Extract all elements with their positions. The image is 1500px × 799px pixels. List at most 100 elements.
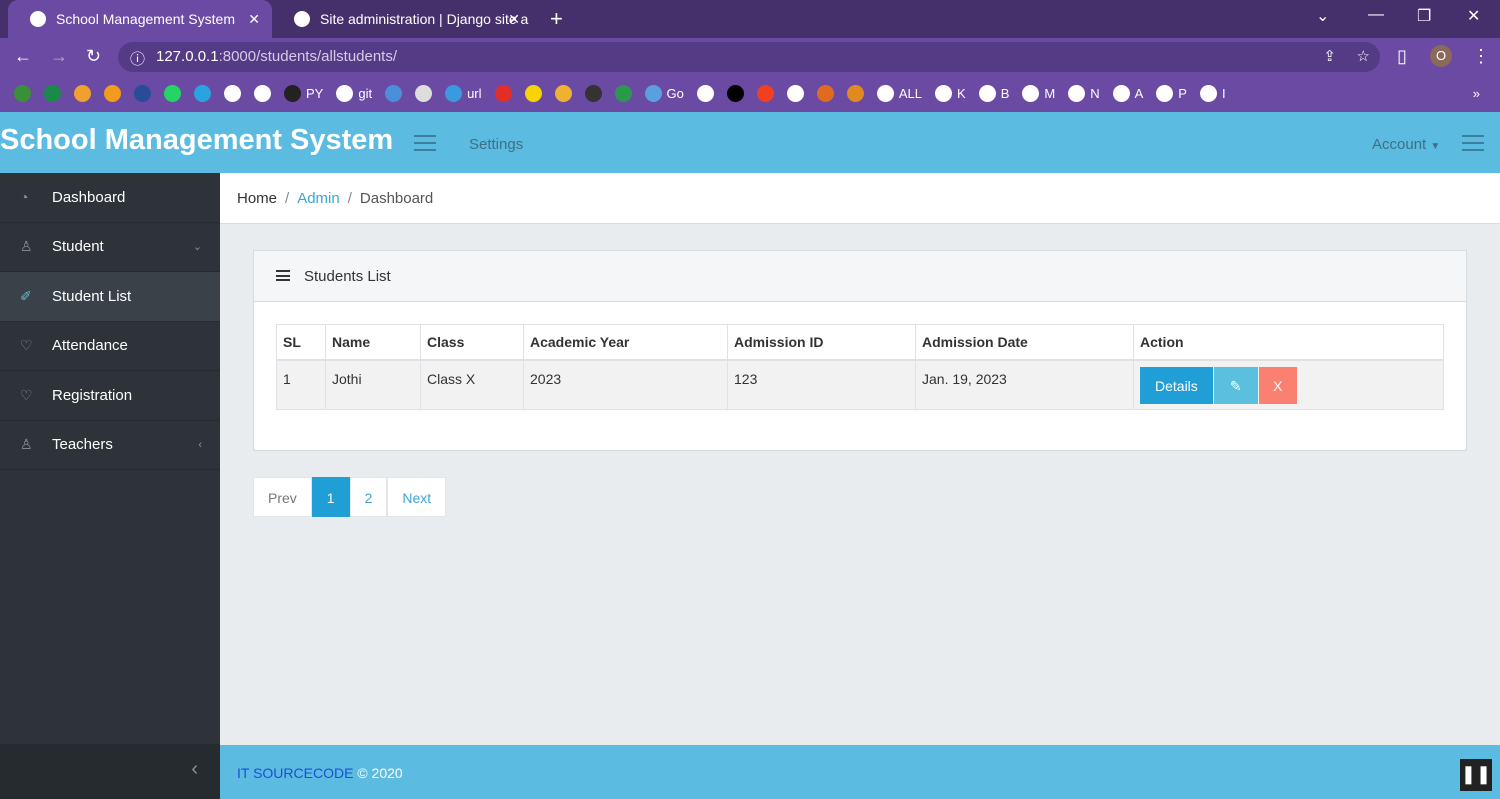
sidebar-item-label: Attendance — [52, 337, 128, 355]
bookmark-item[interactable] — [786, 85, 804, 102]
bookmark-icon — [14, 85, 31, 102]
bookmark-item[interactable] — [614, 85, 632, 102]
bookmark-item[interactable] — [584, 85, 602, 102]
bookmark-item[interactable] — [194, 85, 211, 102]
close-window-icon[interactable]: ✕ — [1467, 6, 1480, 26]
side-panel-icon[interactable]: ▯ — [1397, 46, 1407, 67]
bookmark-item[interactable]: K — [935, 85, 966, 102]
bookmark-item[interactable] — [415, 85, 433, 102]
bookmark-icon — [385, 85, 403, 102]
bookmark-icon — [284, 85, 301, 102]
delete-button[interactable]: X — [1258, 366, 1297, 404]
bookmark-icon — [644, 85, 662, 102]
bookmark-item[interactable]: I — [1199, 85, 1226, 102]
address-bar-row: ← → ↻ ⓘ 127.0.0.1:8000/students/allstuden… — [0, 38, 1500, 75]
column-header: Admission Date — [915, 324, 1134, 361]
bookmark-item[interactable] — [696, 85, 714, 102]
bookmark-item[interactable]: PY — [284, 85, 323, 102]
bookmark-item[interactable] — [385, 85, 403, 102]
bookmark-icon — [415, 85, 433, 102]
bookmark-item[interactable]: url — [445, 85, 482, 102]
bookmark-item[interactable] — [254, 85, 271, 102]
bookmark-item[interactable] — [524, 85, 542, 102]
bookmark-item[interactable] — [554, 85, 572, 102]
sidebar-item-label: Dashboard — [52, 188, 126, 206]
browser-tab-active[interactable]: School Management System ✕ — [8, 0, 272, 38]
url-input[interactable]: ⓘ 127.0.0.1:8000/students/allstudents/ ⇪ … — [118, 42, 1380, 72]
back-icon[interactable]: ← — [14, 46, 32, 67]
bookmark-item[interactable] — [846, 85, 864, 102]
bookmark-item[interactable]: B — [978, 85, 1009, 102]
settings-link[interactable]: Settings — [469, 136, 523, 153]
sidebar-item-student-list[interactable]: ✐ Student List — [0, 272, 220, 322]
close-tab-icon[interactable]: ✕ — [508, 11, 520, 28]
bookmark-item[interactable]: M — [1022, 85, 1055, 102]
bookmark-icon — [224, 85, 241, 102]
bookmark-item[interactable] — [74, 85, 91, 102]
bookmark-item[interactable]: git — [336, 85, 372, 102]
new-tab-button[interactable]: + — [550, 6, 563, 32]
bookmark-item[interactable] — [756, 85, 774, 102]
sidebar-item-attendance[interactable]: ♡ Attendance — [0, 322, 220, 371]
bookmark-item[interactable]: ALL — [876, 85, 922, 102]
bookmark-item[interactable]: N — [1068, 85, 1100, 102]
minimize-icon[interactable]: — — [1368, 6, 1384, 24]
breadcrumb-home[interactable]: Home — [237, 190, 277, 207]
tab-search-icon[interactable]: ⌄ — [1316, 6, 1329, 26]
bookmark-item[interactable] — [816, 85, 834, 102]
sidebar-item-teachers[interactable]: ♙ Teachers ‹ — [0, 421, 220, 470]
sidebar-collapse-button[interactable]: ‹ — [0, 744, 220, 799]
reload-icon[interactable]: ↻ — [86, 46, 101, 67]
list-icon — [276, 270, 290, 281]
sidebar: ◔ Dashboard ♙ Student ⌄ ✐ Student List ♡ Atte… — [0, 173, 220, 799]
bookmarks-bar: PY git url Go ALL K B M N A P I » — [0, 75, 1500, 112]
bookmark-item[interactable] — [224, 85, 241, 102]
bookmark-item[interactable]: P — [1156, 85, 1187, 102]
bookmark-item[interactable]: A — [1112, 85, 1143, 102]
bookmark-icon — [554, 85, 572, 102]
bookmark-icon — [336, 85, 354, 102]
browser-tab[interactable]: Site administration | Django site a ✕ — [272, 0, 532, 38]
bookmark-item[interactable] — [14, 85, 31, 102]
bookmark-icon — [44, 85, 61, 102]
restore-icon[interactable]: ❐ — [1417, 6, 1431, 26]
brand-title[interactable]: School Management System — [0, 124, 393, 157]
close-tab-icon[interactable]: ✕ — [248, 11, 260, 28]
share-icon[interactable]: ⇪ — [1323, 47, 1336, 65]
details-button[interactable]: Details — [1140, 366, 1213, 404]
page-2-button[interactable]: 2 — [349, 477, 388, 517]
bookmark-item[interactable] — [104, 85, 121, 102]
cell-actions: Details ✎ X — [1133, 359, 1444, 410]
forward-icon[interactable]: → — [50, 46, 68, 67]
menu-kebab-icon[interactable]: ⋮ — [1472, 46, 1490, 67]
column-header: Name — [325, 324, 421, 361]
students-table: SL Name Class Academic Year Admission ID… — [276, 324, 1444, 410]
caret-down-icon: ▼ — [1430, 141, 1441, 152]
bookmark-item[interactable] — [726, 85, 744, 102]
bookmark-item[interactable] — [164, 85, 181, 102]
sidebar-toggle-icon[interactable] — [414, 135, 436, 151]
page-1-button[interactable]: 1 — [311, 477, 350, 517]
sidebar-item-student[interactable]: ♙ Student ⌄ — [0, 223, 220, 272]
bookmark-item[interactable] — [44, 85, 61, 102]
profile-avatar[interactable]: O — [1430, 45, 1452, 67]
cell-admission-id: 123 — [727, 359, 916, 410]
sidebar-item-registration[interactable]: ♡ Registration — [0, 371, 220, 421]
breadcrumb-admin[interactable]: Admin — [297, 190, 340, 207]
chevron-down-icon: ⌄ — [192, 241, 202, 254]
star-icon[interactable]: ☆ — [1357, 47, 1370, 65]
edit-button[interactable]: ✎ — [1213, 366, 1258, 404]
prev-page-button[interactable]: Prev — [253, 477, 312, 517]
menu-icon[interactable] — [1462, 135, 1484, 151]
more-bookmarks-icon[interactable]: » — [1473, 86, 1480, 101]
sidebar-item-dashboard[interactable]: ◔ Dashboard — [0, 173, 220, 223]
account-dropdown[interactable]: Account ▼ — [1372, 136, 1440, 153]
bookmark-item[interactable]: Go — [644, 85, 684, 102]
next-page-button[interactable]: Next — [387, 477, 447, 517]
footer-link[interactable]: IT SOURCECODE — [237, 765, 353, 781]
cell-sl: 1 — [276, 359, 326, 410]
bookmark-item[interactable] — [494, 85, 512, 102]
bookmark-item[interactable] — [134, 85, 151, 102]
pause-icon[interactable]: ❚❚ — [1460, 759, 1492, 791]
sidebar-item-label: Student List — [52, 287, 132, 305]
